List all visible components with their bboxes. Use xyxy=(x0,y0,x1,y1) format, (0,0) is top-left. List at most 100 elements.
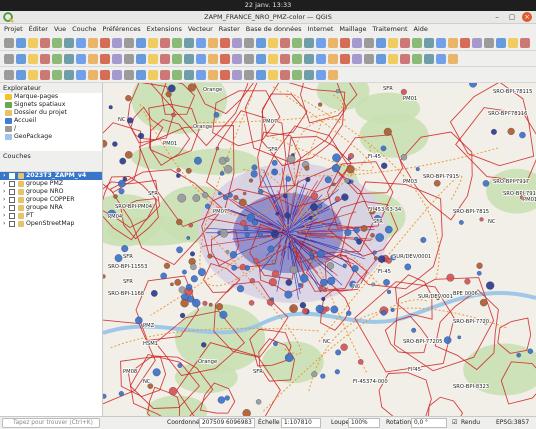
render-checkbox[interactable]: ☑ xyxy=(452,417,457,429)
select-icon[interactable] xyxy=(448,54,458,64)
save-project-icon[interactable] xyxy=(388,54,398,64)
zoom-in-icon[interactable] xyxy=(52,54,62,64)
new-project-icon[interactable] xyxy=(124,54,134,64)
menu-item[interactable]: Base de données xyxy=(246,24,302,35)
layer-item[interactable]: › groupe NRO xyxy=(0,188,102,196)
pan-icon[interactable] xyxy=(40,38,50,48)
menu-item[interactable]: Internet xyxy=(308,24,334,35)
crs-button[interactable]: EPSG:3857 xyxy=(496,417,529,429)
zoom-in-icon[interactable] xyxy=(292,38,302,48)
identify-icon[interactable] xyxy=(196,54,206,64)
zoom-out-icon[interactable] xyxy=(304,70,314,80)
save-project-icon[interactable] xyxy=(148,38,158,48)
attribute-table-icon[interactable] xyxy=(112,54,122,64)
new-project-icon[interactable] xyxy=(244,38,254,48)
save-project-icon[interactable] xyxy=(28,54,38,64)
explorer-item[interactable]: Accueil xyxy=(0,117,102,125)
menu-item[interactable]: Éditer xyxy=(29,24,48,35)
open-project-icon[interactable] xyxy=(496,38,506,48)
zoom-out-icon[interactable] xyxy=(184,38,194,48)
layer-visibility-checkbox[interactable] xyxy=(9,181,15,187)
identify-icon[interactable] xyxy=(196,38,206,48)
zoom-in-icon[interactable] xyxy=(52,70,62,80)
pan-icon[interactable] xyxy=(40,70,50,80)
menu-item[interactable]: Raster xyxy=(219,24,240,35)
zoom-out-icon[interactable] xyxy=(304,54,314,64)
minimize-icon[interactable]: – xyxy=(492,12,502,22)
identify-icon[interactable] xyxy=(436,38,446,48)
measure-icon[interactable] xyxy=(220,54,230,64)
identify-icon[interactable] xyxy=(76,70,86,80)
layer-visibility-checkbox[interactable] xyxy=(9,213,15,219)
new-project-icon[interactable] xyxy=(484,38,494,48)
identify-icon[interactable] xyxy=(436,54,446,64)
open-project-icon[interactable] xyxy=(136,54,146,64)
new-project-icon[interactable] xyxy=(244,54,254,64)
measure-icon[interactable] xyxy=(460,38,470,48)
select-icon[interactable] xyxy=(88,54,98,64)
menu-item[interactable]: Maillage xyxy=(339,24,366,35)
measure-icon[interactable] xyxy=(340,38,350,48)
zoom-in-icon[interactable] xyxy=(172,54,182,64)
locator-search-input[interactable]: Tapez pour trouver (Ctrl+K) xyxy=(2,418,100,428)
close-icon[interactable]: × xyxy=(522,12,532,22)
pan-icon[interactable] xyxy=(160,38,170,48)
attribute-table-icon[interactable] xyxy=(352,38,362,48)
select-icon[interactable] xyxy=(88,70,98,80)
zoom-in-icon[interactable] xyxy=(172,38,182,48)
menu-item[interactable]: Couche xyxy=(72,24,96,35)
expand-icon[interactable]: › xyxy=(3,188,5,196)
zoom-in-icon[interactable] xyxy=(412,38,422,48)
layer-visibility-checkbox[interactable] xyxy=(9,173,15,179)
identify-icon[interactable] xyxy=(316,54,326,64)
select-icon[interactable] xyxy=(448,38,458,48)
map-drawing[interactable]: Orange SFR SRO-BPI-78115 PM01 SRO-BPI-78116 N… xyxy=(103,83,536,416)
attribute-table-icon[interactable] xyxy=(112,38,122,48)
layer-item[interactable]: › groupe PMZ xyxy=(0,180,102,188)
attribute-table-icon[interactable] xyxy=(232,54,242,64)
attribute-table-icon[interactable] xyxy=(232,38,242,48)
expand-icon[interactable]: › xyxy=(3,212,5,220)
new-project-icon[interactable] xyxy=(4,38,14,48)
layer-visibility-checkbox[interactable] xyxy=(9,205,15,211)
select-icon[interactable] xyxy=(328,38,338,48)
attribute-table-icon[interactable] xyxy=(472,38,482,48)
pan-icon[interactable] xyxy=(160,70,170,80)
pan-icon[interactable] xyxy=(280,70,290,80)
scale-field[interactable]: 1:107810 xyxy=(281,418,321,428)
measure-icon[interactable] xyxy=(340,54,350,64)
zoom-out-icon[interactable] xyxy=(304,38,314,48)
explorer-item[interactable]: Marque-pages xyxy=(0,93,102,101)
zoom-out-icon[interactable] xyxy=(64,70,74,80)
layer-item[interactable]: › OpenStreetMap xyxy=(0,220,102,228)
coordinate-field[interactable]: 207509 6096983 xyxy=(199,418,255,428)
select-icon[interactable] xyxy=(328,54,338,64)
layer-visibility-checkbox[interactable] xyxy=(9,221,15,227)
open-project-icon[interactable] xyxy=(376,38,386,48)
zoom-out-icon[interactable] xyxy=(184,70,194,80)
zoom-out-icon[interactable] xyxy=(64,38,74,48)
menu-item[interactable]: Traitement xyxy=(373,24,408,35)
measure-icon[interactable] xyxy=(100,70,110,80)
expand-icon[interactable]: › xyxy=(3,196,5,204)
identify-icon[interactable] xyxy=(76,38,86,48)
maximize-icon[interactable]: ▢ xyxy=(507,12,517,22)
layer-item[interactable]: › 2023T3_ZAPM_v4 xyxy=(0,172,102,180)
pan-icon[interactable] xyxy=(160,54,170,64)
menu-item[interactable]: Préférences xyxy=(102,24,140,35)
expand-icon[interactable]: › xyxy=(3,220,5,228)
pan-icon[interactable] xyxy=(280,54,290,64)
magnifier-field[interactable]: 100% xyxy=(348,418,380,428)
menu-item[interactable]: Extensions xyxy=(147,24,182,35)
expand-icon[interactable]: › xyxy=(3,180,5,188)
select-icon[interactable] xyxy=(208,70,218,80)
explorer-item[interactable]: Signets spatiaux xyxy=(0,101,102,109)
zoom-in-icon[interactable] xyxy=(292,54,302,64)
new-project-icon[interactable] xyxy=(244,70,254,80)
pan-icon[interactable] xyxy=(280,38,290,48)
menu-item[interactable]: Vecteur xyxy=(188,24,213,35)
identify-icon[interactable] xyxy=(316,38,326,48)
new-project-icon[interactable] xyxy=(364,38,374,48)
save-project-icon[interactable] xyxy=(148,70,158,80)
attribute-table-icon[interactable] xyxy=(352,54,362,64)
